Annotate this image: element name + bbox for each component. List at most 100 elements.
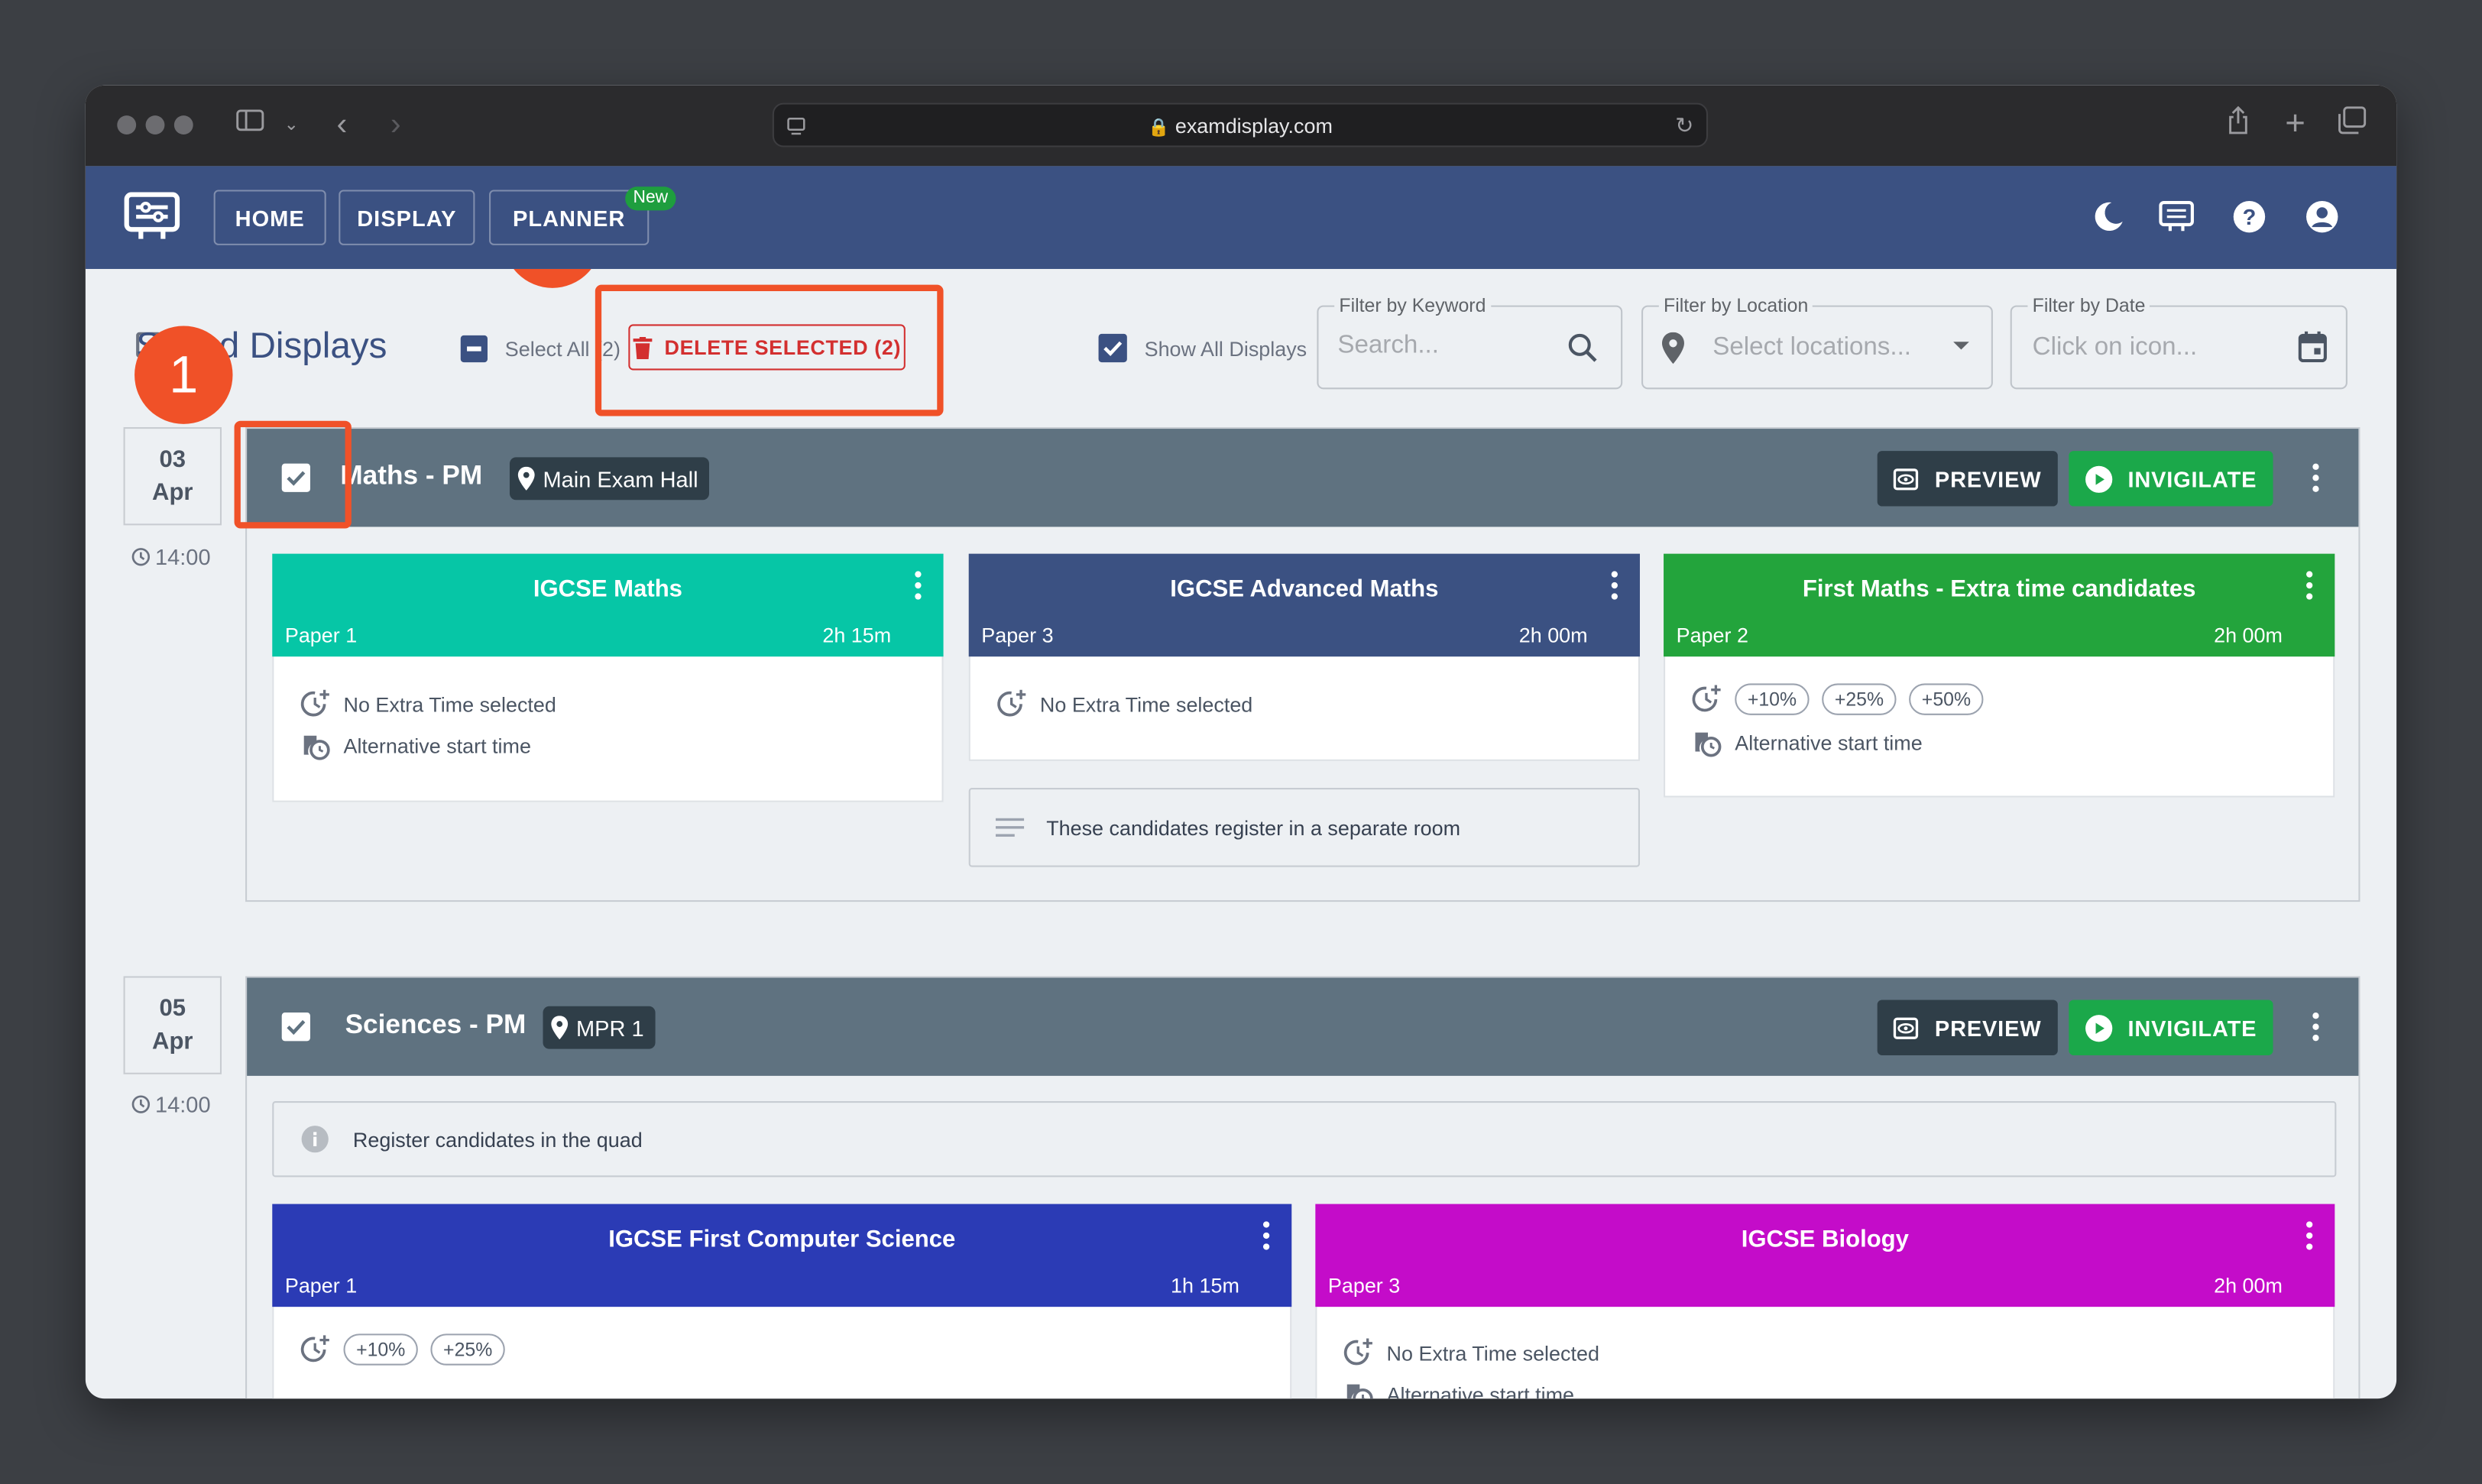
extra-time-icon: [1343, 1338, 1372, 1366]
extra-time-pill: +25%: [430, 1333, 505, 1366]
group-title[interactable]: Maths - PM: [340, 460, 482, 491]
extra-time-pill: +25%: [1822, 683, 1897, 715]
annotation-step-2: 2: [503, 268, 602, 288]
location-select-placeholder: Select locations...: [1712, 333, 1912, 361]
location-filter[interactable]: Filter by Location Select locations...: [1641, 294, 1993, 390]
card-more-icon[interactable]: [2297, 1217, 2322, 1255]
keyword-search-input[interactable]: [1337, 332, 1544, 361]
location-pin-icon: [551, 1016, 569, 1040]
location-pin-icon: [517, 466, 535, 491]
window-minimize-dot[interactable]: [145, 115, 165, 134]
window-zoom-dot[interactable]: [173, 115, 193, 134]
select-all-checkbox[interactable]: [460, 335, 488, 363]
location-badge: Main Exam Hall: [509, 457, 710, 501]
back-arrow-icon[interactable]: ‹: [329, 106, 355, 144]
play-circle-icon: [2085, 1014, 2113, 1042]
location-badge: MPR 1: [543, 1006, 656, 1049]
date-filter-label: Filter by Date: [2027, 294, 2150, 317]
share-icon[interactable]: [2222, 105, 2254, 147]
group-more-icon[interactable]: [2303, 1008, 2328, 1046]
new-tab-icon[interactable]: +: [2279, 105, 2311, 141]
nav-display-button[interactable]: DISPLAY: [339, 190, 475, 245]
group-note: Register candidates in the quad: [272, 1100, 2337, 1178]
window-close-dot[interactable]: [117, 115, 137, 134]
annotation-highlight-delete: [595, 284, 944, 416]
extra-time-icon: [1692, 685, 1721, 712]
card-more-icon[interactable]: [1602, 566, 1627, 604]
extra-time-row: No Extra Time selected: [996, 689, 1252, 720]
url-display: 🔒 examdisplay.com: [774, 114, 1706, 138]
invigilate-button[interactable]: INVIGILATE: [2069, 1000, 2273, 1055]
group-more-icon[interactable]: [2303, 458, 2328, 497]
exam-card-title: IGCSE Advanced Maths: [1170, 575, 1439, 603]
date-filter[interactable]: Filter by Date Click on icon...: [2010, 294, 2348, 390]
card-more-icon[interactable]: [906, 566, 931, 604]
invigilate-label: INVIGILATE: [2127, 1015, 2257, 1041]
help-icon[interactable]: ?: [2231, 198, 2269, 236]
preview-button[interactable]: PREVIEW: [1877, 451, 2058, 507]
calendar-icon[interactable]: [2298, 331, 2327, 371]
app-logo-icon[interactable]: [124, 192, 181, 242]
show-all-checkbox[interactable]: [1098, 333, 1127, 363]
notes-icon: [995, 818, 1025, 837]
exam-card-header: IGCSE Advanced Maths Paper 3 2h 00m: [968, 553, 1640, 657]
group-date-day: 03: [159, 446, 186, 474]
exam-card-duration: 2h 15m: [822, 623, 892, 647]
extra-time-text: No Extra Time selected: [1386, 1340, 1599, 1365]
location-pin-icon: [1661, 332, 1684, 372]
tab-overview-icon[interactable]: [2336, 106, 2367, 147]
displays-icon[interactable]: [2157, 198, 2195, 236]
dark-mode-icon[interactable]: [2089, 198, 2127, 236]
annotation-highlight-checkbox: [234, 420, 352, 529]
invigilate-button[interactable]: INVIGILATE: [2069, 451, 2273, 507]
group-select-checkbox[interactable]: [281, 1013, 310, 1042]
play-circle-icon: [2085, 465, 2113, 492]
group-time-text: 14:00: [154, 544, 211, 570]
exam-card-title: IGCSE Maths: [533, 575, 682, 603]
alt-start-icon: [1346, 1384, 1373, 1399]
reload-icon[interactable]: ↻: [1675, 112, 1693, 139]
preview-label: PREVIEW: [1934, 465, 2042, 491]
forward-arrow-icon[interactable]: ›: [383, 106, 408, 144]
group-header: Sciences - PM MPR 1 PREVIEW INVIGILATE: [247, 977, 2359, 1076]
exam-card[interactable]: IGCSE Advanced Maths Paper 3 2h 00m No E…: [968, 553, 1640, 761]
group-time: 14:00: [131, 1092, 211, 1117]
url-text: examdisplay.com: [1175, 114, 1333, 138]
exam-card-header: IGCSE Biology Paper 3 2h 00m: [1315, 1204, 2335, 1307]
chevron-down-icon[interactable]: ⌄: [282, 106, 301, 144]
group-date-day: 05: [159, 995, 186, 1022]
alt-start-text: Alternative start time: [1735, 730, 1923, 754]
exam-card-header: IGCSE First Computer Science Paper 1 1h …: [272, 1204, 1292, 1307]
search-icon[interactable]: [1567, 332, 1599, 372]
extra-time-row: No Extra Time selected: [1343, 1337, 1599, 1368]
location-badge-text: Main Exam Hall: [543, 465, 698, 491]
exam-card[interactable]: First Maths - Extra time candidates Pape…: [1664, 553, 2335, 798]
card-more-icon[interactable]: [2297, 566, 2322, 604]
extra-time-icon: [300, 689, 329, 717]
sidebar-toggle-icon[interactable]: [235, 106, 266, 144]
nav-home-button[interactable]: HOME: [213, 190, 326, 245]
exam-card[interactable]: IGCSE Biology Paper 3 2h 00m No Extra Ti…: [1315, 1204, 2335, 1399]
date-placeholder: Click on icon...: [2032, 333, 2198, 361]
exam-card[interactable]: IGCSE First Computer Science Paper 1 1h …: [272, 1204, 1292, 1399]
exam-card[interactable]: IGCSE Maths Paper 1 2h 15m No Extra Time…: [272, 553, 944, 802]
group-note-text: Register candidates in the quad: [352, 1127, 643, 1152]
group-title[interactable]: Sciences - PM: [345, 1009, 527, 1041]
alt-start-row: Alternative start time: [1690, 726, 1923, 757]
extra-time-text: No Extra Time selected: [1039, 692, 1253, 716]
dropdown-caret-icon[interactable]: [1953, 342, 1969, 350]
group-date-box: 03 Apr: [123, 427, 222, 526]
account-icon[interactable]: [2303, 198, 2341, 236]
alt-start-row: Alternative start time: [1343, 1378, 1574, 1399]
group-header: Maths - PM Main Exam Hall PREVIEW INVIGI…: [247, 429, 2359, 527]
group-date-month: Apr: [152, 1028, 193, 1055]
extra-time-row: No Extra Time selected: [299, 689, 556, 720]
card-more-icon[interactable]: [1254, 1217, 1279, 1255]
exam-card-title: IGCSE Biology: [1741, 1226, 1909, 1253]
extra-time-icon: [997, 689, 1026, 717]
alt-start-text: Alternative start time: [343, 733, 531, 757]
exam-card-header: IGCSE Maths Paper 1 2h 15m: [272, 553, 944, 657]
extra-time-pill: +10%: [343, 1333, 418, 1366]
preview-button[interactable]: PREVIEW: [1877, 1000, 2058, 1055]
address-bar[interactable]: 🔒 examdisplay.com ↻: [772, 102, 1709, 147]
